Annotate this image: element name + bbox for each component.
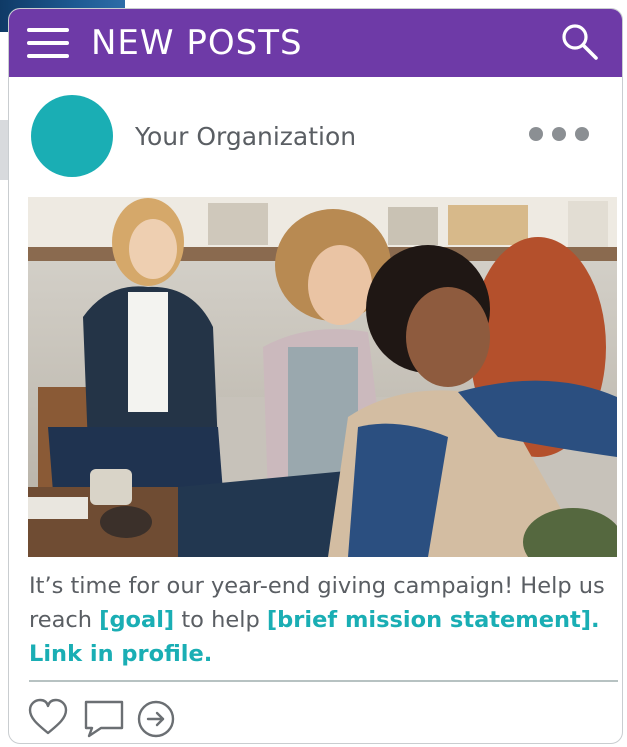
page-title: NEW POSTS <box>91 23 303 63</box>
more-options-icon[interactable] <box>529 127 593 145</box>
post-actions <box>27 697 227 741</box>
share-arrow-icon[interactable] <box>135 699 177 743</box>
post-photo <box>28 197 617 557</box>
post-caption: It’s time for our year-end giving campai… <box>29 569 619 671</box>
search-icon[interactable] <box>561 23 599 61</box>
social-post-card: NEW POSTS Your Organization It’s time fo… <box>8 8 623 744</box>
heart-icon[interactable] <box>27 697 69 741</box>
caption-text: to help <box>174 607 267 633</box>
caption-goal-placeholder: [goal] <box>99 607 175 633</box>
comment-icon[interactable] <box>83 699 125 743</box>
hamburger-menu-icon[interactable] <box>27 28 69 58</box>
top-bar: NEW POSTS <box>9 9 622 77</box>
avatar[interactable] <box>31 95 113 177</box>
author-name[interactable]: Your Organization <box>135 121 356 153</box>
divider <box>29 680 618 682</box>
